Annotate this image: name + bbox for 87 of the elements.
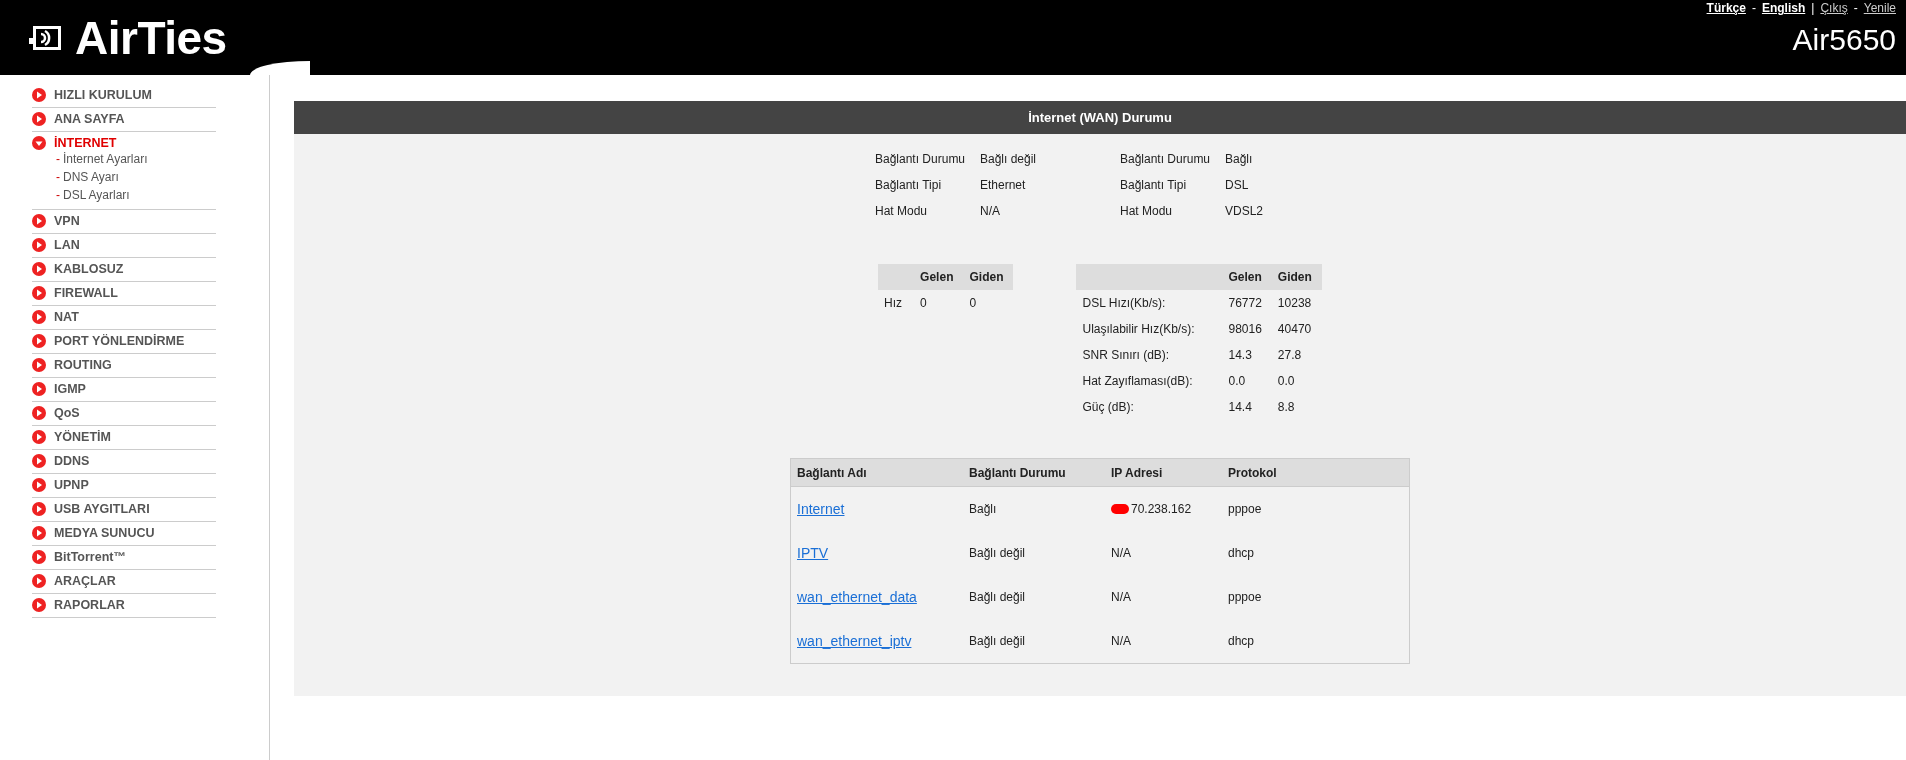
menu-item[interactable]: YÖNETİM [54,430,111,444]
field-value: Bağlı değil [980,151,1038,168]
submenu-item[interactable]: - DNS Ayarı [56,168,216,186]
menu-item[interactable]: NAT [54,310,79,324]
separator-text: - [1751,1,1756,15]
table-cell: dhcp [1222,619,1410,664]
table-cell-text: Bağlı değil [968,589,1027,606]
language-link[interactable]: English [1761,1,1806,15]
field-value: Ethernet [980,177,1027,194]
menu-item[interactable]: PORT YÖNLENDİRME [54,334,185,348]
ip-address: 70.238.162 [1111,496,1192,522]
menu-item[interactable]: USB AYGITLARI [54,502,150,516]
field-value: DSL [1225,177,1250,194]
menu-item[interactable]: ROUTING [54,358,112,372]
field-label: Hat Modu [1120,203,1174,220]
panel-title: İnternet (WAN) Durumu [294,101,1906,134]
ip-address: N/A [1111,545,1131,562]
ip-address: N/A [1111,633,1131,650]
table-cell-text: 0.0 [1276,373,1296,390]
table-cell-text: 8.8 [1276,399,1296,416]
table-cell-text: Güç (dB): [1081,399,1135,416]
table-cell-text: SNR Sınırı (dB): [1081,347,1171,364]
menu-item[interactable]: LAN [54,238,80,252]
table-cell: DSL Hızı(Kb/s): [1076,290,1223,316]
menu-item[interactable]: MEDYA SUNUCU [54,526,155,540]
submenu-item[interactable]: - DSL Ayarları [56,186,216,204]
header-cell: Bağlantı Durumu [963,458,1105,487]
table-cell: 76772 [1222,290,1272,316]
separator-text: | [1811,1,1815,15]
field-label: Bağlantı Tipi [1120,177,1188,194]
table-cell: 0 [963,290,1014,316]
submenu-item[interactable]: - İnternet Ayarları [56,150,216,168]
field-label: Bağlantı Durumu [875,151,967,168]
table-cell: Bağlı değil [963,619,1105,664]
menu-item[interactable]: FIREWALL [54,286,118,300]
connection-link[interactable]: wan_ethernet_iptv [797,633,912,649]
field-value: N/A [980,203,1001,220]
menu-item[interactable]: İNTERNET [54,136,117,150]
table-cell: pppoe [1222,575,1410,619]
table-cell-text: 14.3 [1227,347,1253,364]
header-cell: Bağlantı Adı [790,458,963,487]
connection-link[interactable]: IPTV [797,545,829,561]
table-cell: Bağlı [963,486,1105,531]
table-cell-text: 98016 [1227,321,1263,338]
header-cell: Giden [1271,264,1322,290]
menu-item[interactable]: ARAÇLAR [54,574,116,588]
table-cell: Hız [878,290,915,316]
model-name: Air5650 [1792,23,1896,57]
field-label: Hat Modu [875,203,929,220]
menu-item[interactable]: VPN [54,214,80,228]
logo-text: AirTies [75,10,227,65]
menu-item[interactable]: DDNS [54,454,90,468]
header-cell: IP Adresi [1105,458,1222,487]
field-value: Bağlı [1225,151,1254,168]
header-link[interactable]: Yenile [1863,1,1896,15]
language-link[interactable]: Türkçe [1706,1,1746,15]
menu-item[interactable]: BitTorrent™ [54,550,126,564]
menu-item[interactable]: UPNP [54,478,89,492]
table-cell-text: 40470 [1276,321,1313,338]
table-cell-text: Ulaşılabilir Hız(Kb/s): [1081,321,1196,338]
table-cell-text: 0.0 [1227,373,1247,390]
menu-item[interactable]: IGMP [54,382,86,396]
table-cell-text: Hat Zayıflaması(dB): [1081,373,1194,390]
menu-item[interactable]: KABLOSUZ [54,262,124,276]
table-cell: 10238 [1271,290,1322,316]
header-cell: Gelen [1222,264,1272,290]
header-link[interactable]: Çıkış [1820,1,1848,15]
table-cell-text: Bağlı değil [968,545,1027,562]
menu-item[interactable]: HIZLI KURULUM [54,88,152,102]
menu-item[interactable]: QoS [54,406,80,420]
field-label: Bağlantı Durumu [1120,151,1212,168]
connection-link[interactable]: Internet [797,501,845,517]
field-value: VDSL2 [1225,203,1265,220]
ip-address: N/A [1111,589,1131,606]
table-cell-text: 14.4 [1227,399,1253,416]
header-cell: Giden [963,264,1014,290]
header-cell: Gelen [914,264,964,290]
connection-link[interactable]: wan_ethernet_data [797,589,917,605]
table-cell-text: 27.8 [1276,347,1303,364]
table-cell: 0 [914,290,964,316]
table-cell: pppoe [1222,486,1410,531]
field-label: Bağlantı Tipi [875,177,943,194]
header-cell: Protokol [1222,458,1410,487]
menu-item[interactable]: RAPORLAR [54,598,125,612]
table-cell: dhcp [1222,531,1410,575]
separator-text: - [1853,1,1858,15]
menu-item[interactable]: ANA SAYFA [54,112,125,126]
